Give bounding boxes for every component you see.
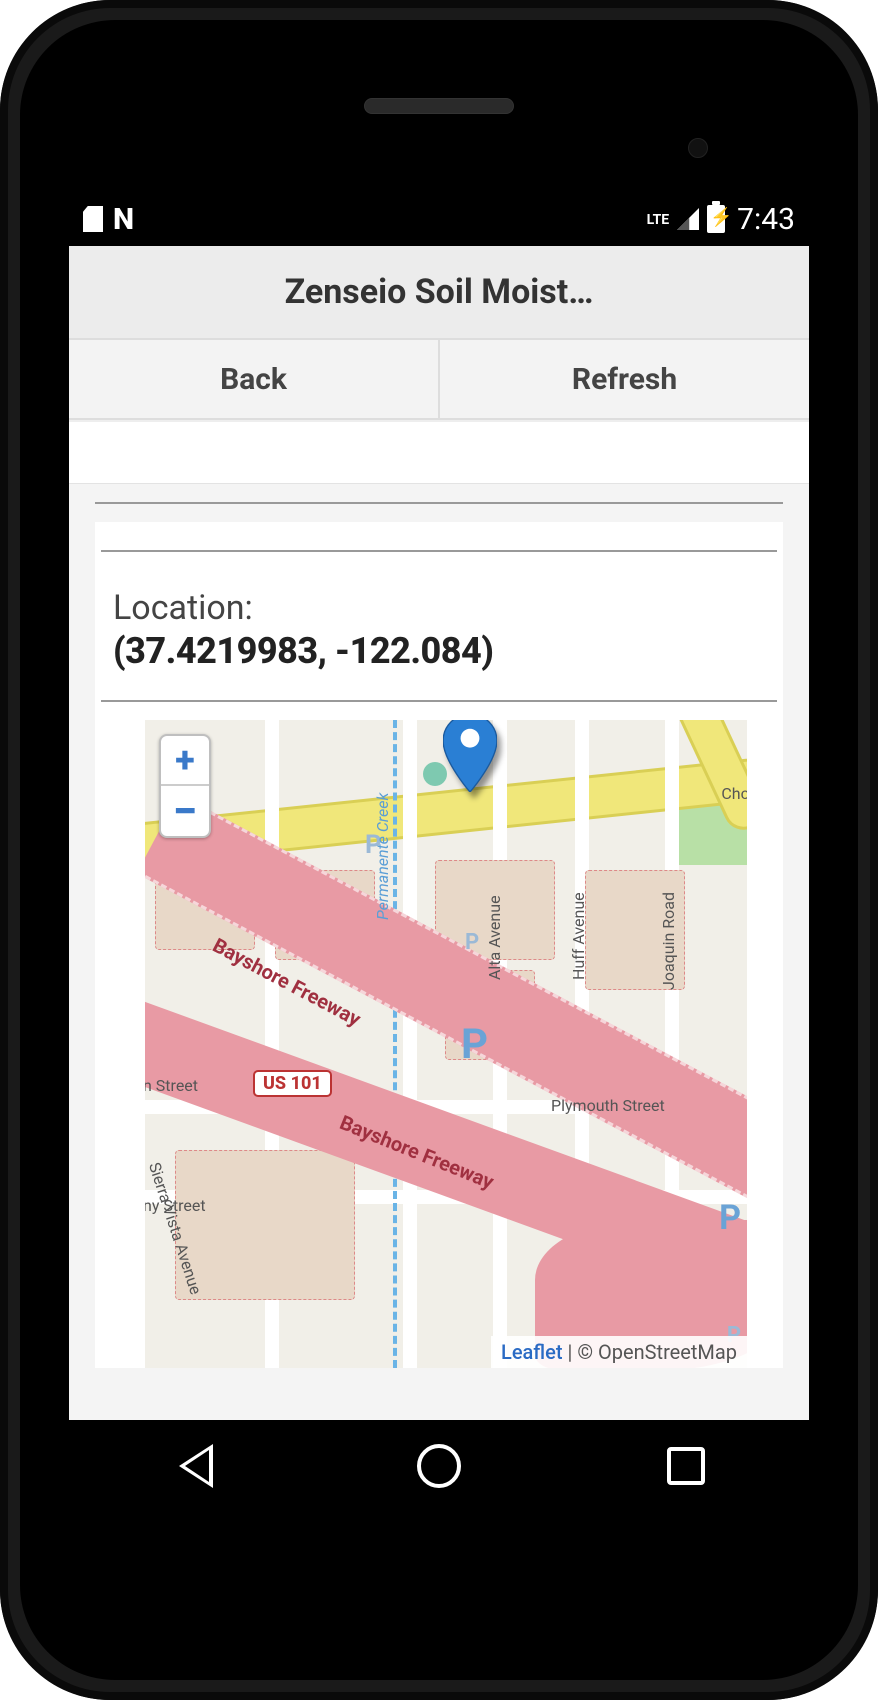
- map-marker-icon[interactable]: [443, 720, 497, 796]
- map[interactable]: P P P P P Permanente Creek Alta Avenue H…: [145, 720, 747, 1368]
- divider: [101, 550, 777, 552]
- front-camera: [688, 138, 708, 158]
- map-label-street: Alta Avenue: [485, 895, 504, 980]
- refresh-button[interactable]: Refresh: [440, 340, 809, 418]
- toolbar: Back Refresh: [69, 340, 809, 420]
- location-label: Location:: [113, 588, 765, 628]
- map-label-street: ny Street: [145, 1196, 206, 1215]
- nav-recent-button[interactable]: [660, 1440, 712, 1492]
- zoom-in-button[interactable]: +: [161, 736, 209, 786]
- map-label-street: Huff Avenue: [569, 892, 588, 980]
- parking-icon: P: [461, 1020, 488, 1069]
- map-label-street: n Street: [145, 1076, 198, 1095]
- map-label-street: Plymouth Street: [551, 1096, 665, 1115]
- screen: N LTE ⚡ 7:43 Zenseio Soil Moist… Ba: [69, 192, 809, 1512]
- phone-frame: N LTE ⚡ 7:43 Zenseio Soil Moist… Ba: [0, 0, 878, 1700]
- parking-icon: P: [465, 930, 479, 955]
- app-title: Zenseio Soil Moist…: [69, 246, 809, 340]
- map-tiles: P P P P P Permanente Creek Alta Avenue H…: [145, 720, 747, 1368]
- map-label-creek: Permanente Creek: [373, 793, 392, 920]
- leaflet-link[interactable]: Leaflet: [501, 1340, 563, 1364]
- signal-icon: [677, 208, 699, 230]
- map-attribution: Leaflet | © OpenStreetMap: [491, 1336, 747, 1368]
- network-type: LTE: [647, 213, 670, 227]
- speaker-grille: [364, 98, 514, 114]
- zoom-out-button[interactable]: −: [161, 786, 209, 836]
- android-n-icon: N: [113, 202, 132, 237]
- osm-credit: OpenStreetMap: [598, 1340, 737, 1364]
- divider: [95, 502, 783, 504]
- sd-card-icon: [83, 206, 103, 232]
- clock: 7:43: [737, 202, 795, 237]
- nav-home-button[interactable]: [413, 1440, 465, 1492]
- parking-icon: P: [719, 1198, 741, 1238]
- android-nav-bar: [69, 1420, 809, 1512]
- location-card: Location: (37.4219983, -122.084): [95, 522, 783, 1368]
- blank-panel: [69, 422, 809, 484]
- zoom-control: + −: [159, 734, 211, 838]
- location-coords: (37.4219983, -122.084): [113, 630, 765, 672]
- back-button[interactable]: Back: [69, 340, 440, 418]
- content-scroll[interactable]: Location: (37.4219983, -122.084): [69, 422, 809, 1420]
- nav-back-button[interactable]: [166, 1440, 218, 1492]
- phone-bezel: N LTE ⚡ 7:43 Zenseio Soil Moist… Ba: [20, 20, 858, 1680]
- battery-icon: ⚡: [707, 205, 725, 233]
- status-bar: N LTE ⚡ 7:43: [69, 192, 809, 246]
- app-area: Zenseio Soil Moist… Back Refresh Locatio…: [69, 246, 809, 1420]
- map-label-street: Joaquin Road: [659, 892, 678, 990]
- divider: [101, 700, 777, 702]
- map-label-poi: Chc: [721, 784, 747, 803]
- highway-shield: US 101: [253, 1070, 332, 1097]
